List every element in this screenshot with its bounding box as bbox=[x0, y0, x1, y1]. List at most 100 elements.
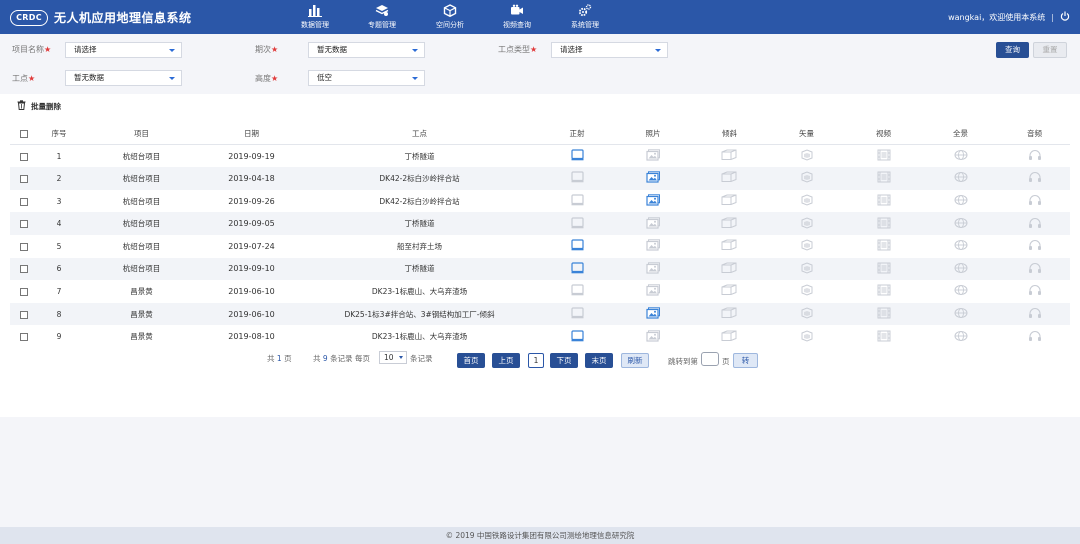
table-row[interactable]: 4 杭绍台项目 2019-09-05 丁桥隧道 bbox=[10, 212, 1070, 235]
panorama-icon bbox=[954, 194, 968, 208]
cell-date: 2019-09-10 bbox=[203, 257, 300, 281]
row-checkbox[interactable] bbox=[10, 167, 38, 190]
goto-page-input[interactable] bbox=[701, 352, 719, 366]
select-all-checkbox[interactable] bbox=[10, 122, 38, 146]
batch-delete-button[interactable]: 批量删除 bbox=[17, 100, 61, 112]
top-header: CRDC 无人机应用地理信息系统 数据管理 专题管理 空间分析 视频查询 系统管… bbox=[0, 0, 1080, 34]
photo-icon[interactable] bbox=[645, 171, 661, 185]
current-page-button[interactable]: 1 bbox=[528, 353, 544, 368]
first-page-button[interactable]: 首页 bbox=[457, 353, 485, 368]
table-header: 序号 项目 日期 工点 正射 照片 倾斜 矢量 视频 全景 音频 bbox=[10, 122, 1070, 146]
user-info: wangkai，欢迎使用本系统 | bbox=[948, 11, 1070, 23]
cell-photo[interactable] bbox=[615, 167, 691, 190]
panorama-icon bbox=[954, 217, 968, 231]
table-row[interactable]: 6 杭绍台项目 2019-09-10 丁桥隧道 bbox=[10, 257, 1070, 281]
query-button[interactable]: 查询 bbox=[996, 42, 1029, 58]
cell-date: 2019-09-26 bbox=[203, 189, 300, 213]
row-checkbox[interactable] bbox=[10, 144, 38, 168]
row-checkbox[interactable] bbox=[10, 234, 38, 258]
cell-ortho[interactable] bbox=[539, 144, 615, 168]
audio-icon bbox=[1028, 217, 1042, 231]
ortho-map-icon[interactable] bbox=[570, 262, 584, 276]
table-row[interactable]: 3 杭绍台项目 2019-09-26 DK42-2标白沙岭拌合站 bbox=[10, 189, 1070, 213]
col-header-panorama: 全景 bbox=[922, 122, 999, 146]
ortho-map-icon[interactable] bbox=[570, 330, 584, 344]
cell-photo bbox=[615, 212, 691, 235]
cell-audio bbox=[999, 144, 1070, 168]
nav-system-management[interactable]: 系统管理 bbox=[557, 4, 613, 30]
cell-audio bbox=[999, 234, 1070, 258]
cell-vector bbox=[768, 189, 845, 213]
table-row[interactable]: 9 昌景黄 2019-08-10 DK23-1标鹿山、大乌弃渣场 bbox=[10, 325, 1070, 348]
power-icon[interactable] bbox=[1060, 11, 1070, 23]
period-select[interactable]: 暂无数据 bbox=[308, 42, 425, 58]
chevron-down-icon bbox=[399, 356, 403, 359]
photo-icon[interactable] bbox=[645, 307, 661, 321]
table-row[interactable]: 8 昌景黄 2019-06-10 DK25-1标3#拌合站、3#钢结构加工厂-倾斜 bbox=[10, 302, 1070, 326]
video-file-icon bbox=[877, 194, 891, 208]
video-file-icon bbox=[877, 330, 891, 344]
cell-video bbox=[845, 325, 922, 348]
cell-site: 丁桥隧道 bbox=[300, 144, 539, 168]
photo-icon bbox=[645, 239, 661, 253]
project-select[interactable]: 请选择 bbox=[65, 42, 182, 58]
total-pages: 共 1 页 bbox=[267, 354, 292, 363]
nav-spatial-analysis[interactable]: 空间分析 bbox=[422, 4, 478, 30]
table-row[interactable]: 5 杭绍台项目 2019-07-24 船至村弃土场 bbox=[10, 234, 1070, 258]
cell-audio bbox=[999, 212, 1070, 235]
ortho-map-icon[interactable] bbox=[570, 149, 584, 163]
vector-icon bbox=[800, 194, 814, 208]
refresh-button[interactable]: 刷新 bbox=[621, 353, 649, 368]
cell-photo[interactable] bbox=[615, 189, 691, 213]
prev-page-button[interactable]: 上页 bbox=[492, 353, 520, 368]
reset-button[interactable]: 重置 bbox=[1033, 42, 1067, 58]
col-header-date: 日期 bbox=[203, 122, 300, 146]
nav-topic-management[interactable]: 专题管理 bbox=[354, 4, 410, 30]
photo-icon[interactable] bbox=[645, 194, 661, 208]
cell-audio bbox=[999, 257, 1070, 281]
cell-ortho bbox=[539, 167, 615, 190]
row-checkbox[interactable] bbox=[10, 257, 38, 281]
cell-site: DK23-1标鹿山、大乌弃渣场 bbox=[300, 325, 539, 348]
row-checkbox[interactable] bbox=[10, 189, 38, 213]
row-checkbox[interactable] bbox=[10, 325, 38, 348]
page-size-select[interactable]: 10 bbox=[379, 351, 407, 364]
row-checkbox[interactable] bbox=[10, 280, 38, 303]
table-row[interactable]: 1 杭绍台项目 2019-09-19 丁桥隧道 bbox=[10, 144, 1070, 168]
last-page-button[interactable]: 末页 bbox=[585, 353, 613, 368]
total-records: 共 9 条记录 每页 bbox=[313, 354, 370, 363]
cell-photo bbox=[615, 325, 691, 348]
panorama-icon bbox=[954, 307, 968, 321]
vector-icon bbox=[800, 171, 814, 185]
table-row[interactable]: 2 杭绍台项目 2019-04-18 DK42-2标白沙岭拌合站 bbox=[10, 167, 1070, 190]
col-header-video: 视频 bbox=[845, 122, 922, 146]
nav-video-query[interactable]: 视频查询 bbox=[489, 4, 545, 30]
next-page-button[interactable]: 下页 bbox=[550, 353, 578, 368]
goto-button[interactable]: 转 bbox=[733, 353, 758, 368]
cell-project: 杭绍台项目 bbox=[80, 257, 203, 281]
table-row[interactable]: 7 昌景黄 2019-06-10 DK23-1标鹿山、大乌弃渣场 bbox=[10, 280, 1070, 303]
col-header-photo: 照片 bbox=[615, 122, 691, 146]
cell-project: 杭绍台项目 bbox=[80, 234, 203, 258]
footer: © 2019 中国铁路设计集团有限公司测绘地理信息研究院 bbox=[0, 527, 1080, 544]
site-type-select[interactable]: 请选择 bbox=[551, 42, 668, 58]
cell-ortho[interactable] bbox=[539, 325, 615, 348]
cell-panorama bbox=[922, 144, 999, 168]
nav-data-management[interactable]: 数据管理 bbox=[287, 4, 343, 30]
cell-ortho[interactable] bbox=[539, 234, 615, 258]
cell-no: 3 bbox=[38, 189, 80, 213]
project-label: 项目名称★ bbox=[12, 45, 52, 54]
ortho-map-icon[interactable] bbox=[570, 239, 584, 253]
vector-icon bbox=[800, 149, 814, 163]
height-select[interactable]: 低空 bbox=[308, 70, 425, 86]
cell-ortho[interactable] bbox=[539, 257, 615, 281]
col-header-vector: 矢量 bbox=[768, 122, 845, 146]
cell-date: 2019-06-10 bbox=[203, 302, 300, 326]
row-checkbox[interactable] bbox=[10, 302, 38, 326]
cell-photo bbox=[615, 234, 691, 258]
row-checkbox[interactable] bbox=[10, 212, 38, 235]
cell-video bbox=[845, 212, 922, 235]
ortho-map-icon bbox=[570, 194, 584, 208]
site-select[interactable]: 暂无数据 bbox=[65, 70, 182, 86]
cell-photo[interactable] bbox=[615, 302, 691, 326]
